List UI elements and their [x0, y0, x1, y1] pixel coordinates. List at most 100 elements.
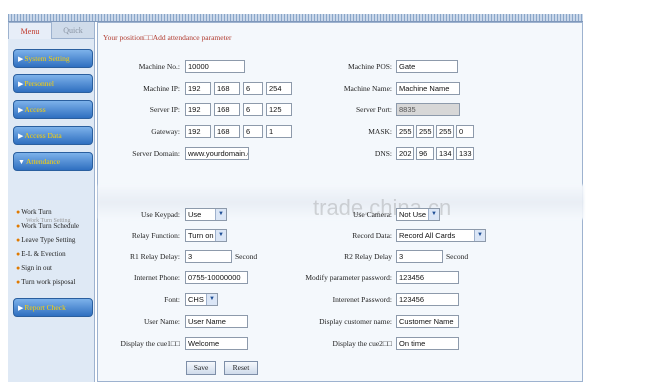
user-name-input[interactable]: User Name	[185, 315, 248, 328]
cue1-label: Display the cue1□□	[120, 339, 180, 348]
font-select[interactable]: CHS ▼	[185, 293, 218, 306]
r2-relay-delay-input[interactable]: 3	[396, 250, 443, 263]
sidebar-subitem-sign-in-out[interactable]: ●Sign in out	[16, 264, 52, 272]
cue2-label: Display the cue2□□	[332, 339, 392, 348]
user-name-label: User Name:	[143, 317, 180, 326]
right-triangle-icon: ▶	[18, 132, 24, 140]
dns-octet-1[interactable]: 202	[396, 147, 414, 160]
top-decorative-strip	[8, 14, 583, 22]
mask-octet-4[interactable]: 0	[456, 125, 474, 138]
machine-pos-label: Machine POS:	[348, 62, 392, 71]
sidebar-item-access[interactable]: ▶Access	[13, 100, 93, 119]
subitem-label: Work Turn Schedule	[21, 222, 80, 230]
customer-name-label: Display customer name:	[319, 317, 392, 326]
mask-octet-3[interactable]: 255	[436, 125, 454, 138]
relay-function-select[interactable]: Turn on ▼	[185, 229, 227, 242]
interenet-password-label: Interenet Password:	[332, 295, 392, 304]
r1-relay-delay-input[interactable]: 3	[185, 250, 232, 263]
font-label: Font:	[164, 295, 180, 304]
server-domain-input[interactable]: www.yourdomain.c	[185, 147, 249, 160]
sidebar-item-label: Personnel	[24, 79, 54, 88]
subitem-label: E-L & Evection	[21, 250, 66, 258]
sidebar-item-system-setting[interactable]: ▶System Setting	[13, 49, 93, 68]
bullet-icon: ●	[16, 264, 21, 272]
use-keypad-select[interactable]: Use ▼	[185, 208, 227, 221]
server-domain-label: Server Domain:	[132, 149, 180, 158]
sidebar-item-label: System Setting	[24, 54, 70, 63]
page: Menu Quick ▶System Setting ▶Personnel ▶A…	[0, 0, 654, 388]
machine-ip-label: Machine IP:	[143, 84, 180, 93]
bullet-icon: ●	[16, 222, 21, 230]
sidebar-item-label: Access Data	[24, 131, 62, 140]
gateway-octet-1[interactable]: 192	[185, 125, 211, 138]
machine-ip-octet-3[interactable]: 6	[243, 82, 263, 95]
chevron-down-icon: ▼	[474, 230, 485, 241]
sidebar-item-access-data[interactable]: ▶Access Data	[13, 126, 93, 145]
gateway-octet-3[interactable]: 6	[243, 125, 263, 138]
modify-password-input[interactable]: 123456	[396, 271, 459, 284]
select-value: CHS	[188, 295, 204, 304]
server-ip-octet-4[interactable]: 125	[266, 103, 292, 116]
r1-relay-delay-label: R1 Relay Delay:	[130, 252, 180, 261]
use-camera-label: Use Camera:	[353, 210, 392, 219]
gateway-octet-2[interactable]: 168	[214, 125, 240, 138]
chevron-down-icon: ▼	[428, 209, 439, 220]
dns-octet-4[interactable]: 133	[456, 147, 474, 160]
machine-ip-octet-1[interactable]: 192	[185, 82, 211, 95]
relay-function-label: Relay Function:	[131, 231, 180, 240]
server-ip-octet-1[interactable]: 192	[185, 103, 211, 116]
server-ip-octet-3[interactable]: 6	[243, 103, 263, 116]
right-triangle-icon: ▶	[18, 106, 24, 114]
sidebar-subitem-work-turn[interactable]: ●Work Turn	[16, 208, 52, 216]
select-value: Not Use	[399, 210, 427, 219]
bullet-icon: ●	[16, 278, 21, 286]
save-button[interactable]: Save	[186, 361, 216, 375]
sidebar-subitem-leave-type-setting[interactable]: ●Leave Type Setting	[16, 236, 75, 244]
sidebar-item-personnel[interactable]: ▶Personnel	[13, 74, 93, 93]
machine-ip-octet-2[interactable]: 168	[214, 82, 240, 95]
mask-octet-1[interactable]: 255	[396, 125, 414, 138]
record-data-label: Record Data:	[352, 231, 392, 240]
machine-ip-octet-4[interactable]: 254	[266, 82, 292, 95]
machine-pos-input[interactable]: Gate	[396, 60, 458, 73]
subitem-label: Work Turn	[21, 208, 52, 216]
tab-quick[interactable]: Quick	[52, 22, 94, 39]
cue1-input[interactable]: Welcome	[185, 337, 248, 350]
machine-name-input[interactable]: Machine Name	[396, 82, 460, 95]
tab-menu[interactable]: Menu	[8, 22, 52, 39]
sidebar-item-attendance[interactable]: ▼Attendance	[13, 152, 93, 171]
interenet-password-input[interactable]: 123456	[396, 293, 459, 306]
chevron-down-icon: ▼	[215, 209, 226, 220]
customer-name-input[interactable]: Customer Name	[396, 315, 459, 328]
dns-octet-3[interactable]: 134	[436, 147, 454, 160]
sidebar-subitem-work-turn-schedule[interactable]: ●Work Turn Schedule	[16, 222, 79, 230]
sidebar: Menu Quick ▶System Setting ▶Personnel ▶A…	[8, 22, 95, 382]
gateway-octet-4[interactable]: 1	[266, 125, 292, 138]
gateway-label: Gateway:	[151, 127, 180, 136]
use-keypad-label: Use Keypad:	[141, 210, 180, 219]
chevron-down-icon: ▼	[206, 294, 217, 305]
reset-button[interactable]: Reset	[224, 361, 258, 375]
record-data-select[interactable]: Record All Cards ▼	[396, 229, 486, 242]
sidebar-item-report-check[interactable]: ▶Report Check	[13, 298, 93, 317]
select-value: Turn on	[188, 231, 214, 240]
use-camera-select[interactable]: Not Use ▼	[396, 208, 440, 221]
bullet-icon: ●	[16, 250, 21, 258]
mask-octet-2[interactable]: 255	[416, 125, 434, 138]
server-ip-octet-2[interactable]: 168	[214, 103, 240, 116]
main-panel: Your position□□Add attendance parameter …	[97, 22, 584, 382]
dns-label: DNS:	[374, 149, 392, 158]
right-triangle-icon: ▶	[18, 55, 24, 63]
sidebar-subitem-el-evection[interactable]: ●E-L & Evection	[16, 250, 66, 258]
cue2-input[interactable]: On time	[396, 337, 459, 350]
chevron-down-icon: ▼	[215, 230, 226, 241]
sidebar-item-label: Access	[24, 105, 46, 114]
internet-phone-input[interactable]: 0755-10000000	[185, 271, 248, 284]
breadcrumb: Your position□□Add attendance parameter	[103, 33, 232, 42]
bullet-icon: ●	[16, 236, 21, 244]
machine-no-input[interactable]: 10000	[185, 60, 245, 73]
dns-octet-2[interactable]: 96	[416, 147, 434, 160]
select-value: Use	[188, 210, 202, 219]
machine-no-label: Machine No.:	[138, 62, 180, 71]
sidebar-subitem-turn-work-disposal[interactable]: ●Turn work pisposal	[16, 278, 75, 286]
